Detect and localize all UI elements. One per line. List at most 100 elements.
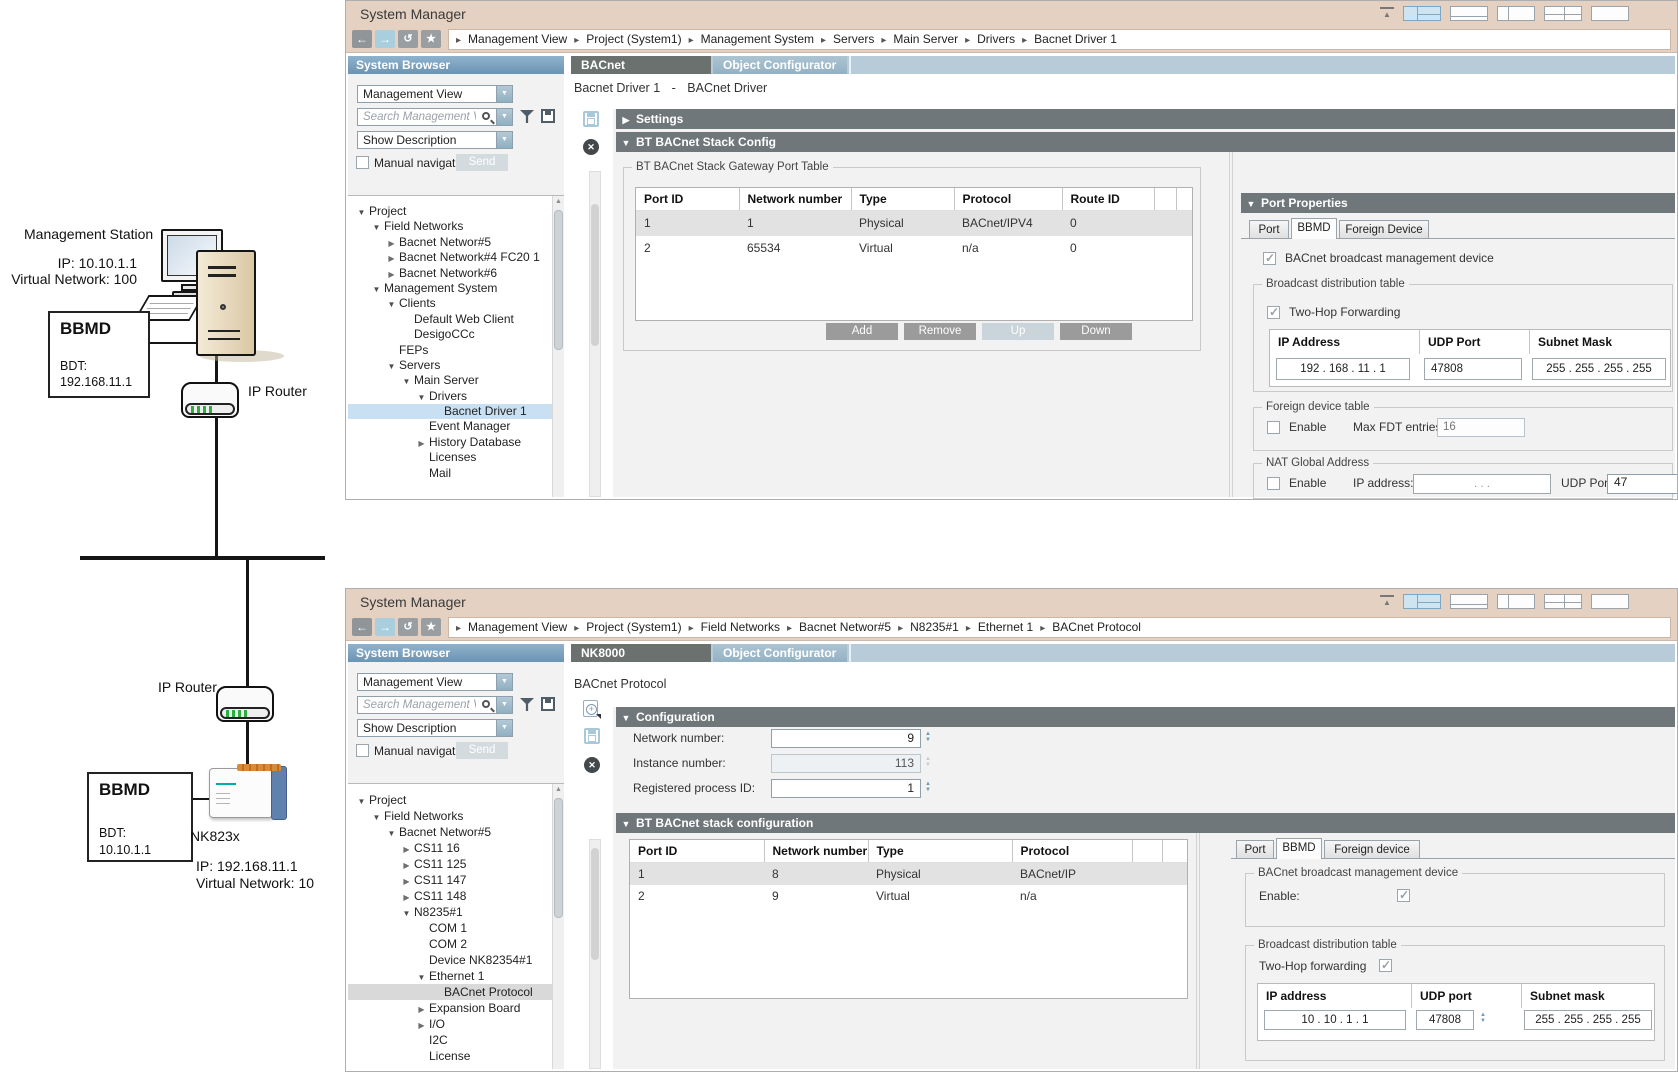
collapse-icon[interactable] bbox=[616, 133, 636, 153]
ip-address-input[interactable]: 192 . 168 . 11 . 1 bbox=[1276, 358, 1410, 380]
scrollbar-thumb[interactable] bbox=[591, 204, 599, 346]
chevron-down-icon[interactable] bbox=[496, 86, 512, 102]
breadcrumb-item[interactable]: Drivers bbox=[977, 32, 1015, 46]
tree-expand-icon[interactable]: ▶ bbox=[384, 267, 399, 282]
manual-navigation-checkbox[interactable] bbox=[356, 744, 369, 757]
collapse-icon[interactable] bbox=[1241, 194, 1261, 214]
send-button[interactable]: Send bbox=[456, 742, 508, 759]
collapse-icon[interactable] bbox=[616, 708, 636, 728]
pane-splitter[interactable] bbox=[1199, 833, 1200, 1069]
settings-section-header[interactable]: Settings bbox=[616, 109, 1675, 129]
filter-icon[interactable] bbox=[520, 698, 534, 711]
spinner[interactable]: ▲▼ bbox=[1478, 1012, 1488, 1024]
column-header[interactable]: Type bbox=[851, 188, 954, 211]
breadcrumb-item[interactable]: BACnet Protocol bbox=[1052, 620, 1141, 634]
scroll-up-icon[interactable] bbox=[553, 196, 564, 208]
chevron-down-icon[interactable] bbox=[496, 132, 512, 148]
manual-navigation-checkbox[interactable] bbox=[356, 156, 369, 169]
tree-item[interactable]: ▼N8235#1 bbox=[348, 904, 552, 920]
bbmd-enable-checkbox[interactable] bbox=[1397, 889, 1410, 902]
layout-left-panel-icon[interactable] bbox=[1497, 594, 1535, 609]
content-scrollbar[interactable] bbox=[589, 839, 601, 1069]
tree-item[interactable]: ▶Expansion Board bbox=[348, 1000, 552, 1016]
tree-item[interactable]: ▼Field Networks bbox=[348, 219, 552, 234]
tab-port[interactable]: Port bbox=[1236, 840, 1274, 859]
chevron-down-icon[interactable] bbox=[496, 720, 512, 736]
layout-left-panel-icon[interactable] bbox=[1497, 6, 1535, 21]
breadcrumb-item[interactable]: Management View bbox=[468, 620, 567, 634]
scroll-up-icon[interactable] bbox=[553, 784, 564, 796]
tree-item[interactable]: Bacnet Driver 1 bbox=[348, 404, 552, 419]
tree-item[interactable]: COM 2 bbox=[348, 936, 552, 952]
udp-port-input[interactable]: 47808 bbox=[1416, 1010, 1474, 1030]
column-header[interactable]: Type bbox=[868, 840, 1012, 863]
layout-bottom-panel-icon[interactable] bbox=[1450, 594, 1488, 609]
pane-splitter[interactable] bbox=[1229, 152, 1230, 497]
tree-scrollbar[interactable] bbox=[552, 196, 564, 497]
tree-item[interactable]: ▶Bacnet Networ#5 bbox=[348, 235, 552, 250]
layout-single-icon[interactable] bbox=[1591, 6, 1629, 21]
remove-button[interactable]: Remove bbox=[904, 323, 976, 340]
udp-port-input[interactable]: 47808 bbox=[1424, 358, 1522, 380]
tree-item[interactable]: ▶Bacnet Network#6 bbox=[348, 266, 552, 281]
tree-expand-icon[interactable]: ▼ bbox=[384, 826, 399, 842]
tree-expand-icon[interactable]: ▼ bbox=[369, 282, 384, 297]
spinner[interactable]: ▲▼ bbox=[923, 781, 933, 793]
save-filter-icon[interactable] bbox=[541, 109, 555, 123]
tree-item[interactable]: ▼Drivers bbox=[348, 389, 552, 404]
back-button[interactable] bbox=[352, 30, 372, 48]
tab-foreign-device[interactable]: Foreign Device bbox=[1339, 220, 1429, 239]
tree-scrollbar[interactable] bbox=[552, 784, 564, 1069]
favorites-button[interactable] bbox=[421, 618, 441, 636]
nat-enable-checkbox[interactable] bbox=[1267, 477, 1280, 490]
tree-item[interactable]: COM 1 bbox=[348, 920, 552, 936]
tree-item[interactable]: ▶CS11 147 bbox=[348, 872, 552, 888]
down-button[interactable]: Down bbox=[1060, 323, 1132, 340]
history-button[interactable] bbox=[398, 618, 418, 636]
tree-expand-icon[interactable]: ▼ bbox=[399, 374, 414, 389]
breadcrumb-item[interactable]: Main Server bbox=[893, 32, 958, 46]
add-button[interactable]: Add bbox=[826, 323, 898, 340]
tree-expand-icon[interactable]: ▼ bbox=[369, 810, 384, 826]
table-row[interactable]: 265534Virtualn/a0 bbox=[636, 236, 1192, 261]
breadcrumb-item[interactable]: Ethernet 1 bbox=[978, 620, 1033, 634]
tree-item[interactable]: ▼Ethernet 1 bbox=[348, 968, 552, 984]
description-selector[interactable]: Show Description bbox=[357, 131, 513, 149]
tree-expand-icon[interactable]: ▼ bbox=[414, 390, 429, 405]
breadcrumb-item[interactable]: Field Networks bbox=[701, 620, 780, 634]
tree-item[interactable]: ▼Main Server bbox=[348, 373, 552, 388]
spinner[interactable]: ▲▼ bbox=[923, 731, 933, 743]
column-header[interactable]: Port ID bbox=[636, 188, 739, 211]
tree-item[interactable]: ▶History Database bbox=[348, 435, 552, 450]
fdt-enable-checkbox[interactable] bbox=[1267, 421, 1280, 434]
tab-bbmd[interactable]: BBMD bbox=[1276, 838, 1322, 859]
back-button[interactable] bbox=[352, 618, 372, 636]
tab-foreign-device[interactable]: Foreign device bbox=[1324, 840, 1420, 859]
tree-expand-icon[interactable]: ▼ bbox=[354, 794, 369, 810]
tree-expand-icon[interactable]: ▼ bbox=[399, 906, 414, 922]
bbmd-enable-checkbox[interactable] bbox=[1263, 252, 1276, 265]
scrollbar-thumb[interactable] bbox=[591, 848, 599, 960]
tab-object-configurator[interactable]: Object Configurator bbox=[713, 644, 847, 662]
import-icon[interactable] bbox=[583, 700, 598, 717]
tree-item[interactable]: ▼Clients bbox=[348, 296, 552, 311]
pane-splitter[interactable] bbox=[1232, 152, 1233, 497]
column-header[interactable]: Port ID bbox=[630, 840, 764, 863]
max-fdt-input[interactable]: 16 bbox=[1437, 418, 1525, 437]
discard-icon[interactable] bbox=[583, 139, 599, 155]
tab-bbmd[interactable]: BBMD bbox=[1291, 218, 1337, 239]
save-icon[interactable] bbox=[583, 111, 599, 127]
tree-item[interactable]: ▶I/O bbox=[348, 1016, 552, 1032]
port-properties-header[interactable]: Port Properties bbox=[1241, 193, 1675, 213]
tree-item[interactable]: ▼Field Networks bbox=[348, 808, 552, 824]
expand-icon[interactable] bbox=[616, 110, 636, 130]
collapse-icon[interactable] bbox=[616, 814, 636, 834]
breadcrumb-item[interactable]: Project (System1) bbox=[586, 32, 681, 46]
scrollbar-thumb[interactable] bbox=[554, 210, 563, 350]
table-row[interactable]: 18PhysicalBACnet/IP bbox=[630, 863, 1187, 886]
tab-port[interactable]: Port bbox=[1249, 220, 1289, 239]
nat-udp-input[interactable]: 47 bbox=[1607, 474, 1678, 494]
tree-item[interactable]: ▼Bacnet Networ#5 bbox=[348, 824, 552, 840]
two-hop-checkbox[interactable] bbox=[1379, 959, 1392, 972]
breadcrumb-item[interactable]: Servers bbox=[833, 32, 874, 46]
